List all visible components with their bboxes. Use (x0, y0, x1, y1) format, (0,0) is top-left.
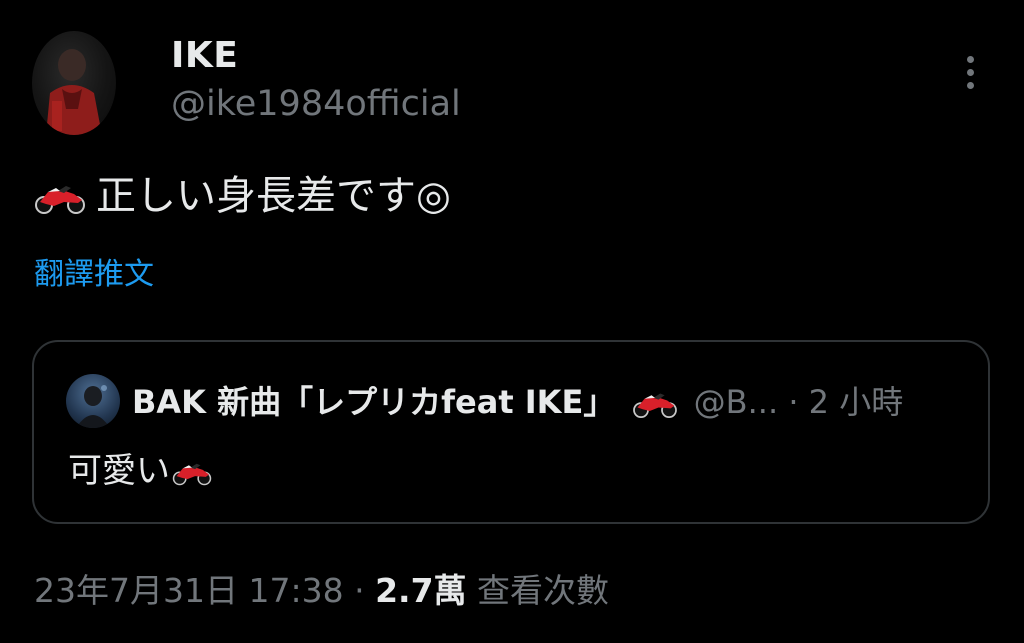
quoted-tweet-text: 可愛い (68, 446, 212, 496)
quoted-tweet-card[interactable]: BAK 新曲「レプリカfeat IKE」 @B... · 2 小時 可愛い (32, 340, 990, 524)
quoted-author-name[interactable]: BAK 新曲「レプリカfeat IKE」 (132, 383, 615, 421)
tweet-text: 正しい身長差です◎ (34, 170, 451, 222)
quoted-tweet-time[interactable]: 2 小時 (809, 383, 904, 421)
motorcycle-emoji-icon (35, 186, 85, 214)
tweet-meta: 23年7月31日 17:38 · 2.7萬 查看次數 (34, 567, 609, 615)
separator-dot: · (354, 571, 365, 610)
avatar-photo-icon (46, 49, 102, 135)
tweet-timestamp[interactable]: 23年7月31日 17:38 (34, 571, 344, 610)
motorcycle-emoji-icon (172, 463, 212, 485)
author-display-name[interactable]: IKE (171, 34, 238, 78)
translate-tweet-link[interactable]: 翻譯推文 (34, 255, 154, 295)
quoted-author-avatar[interactable] (66, 374, 120, 428)
quoted-avatar-photo-icon (76, 385, 110, 428)
quoted-tweet-header: BAK 新曲「レプリカfeat IKE」 @B... · 2 小時 (132, 380, 903, 424)
quoted-tweet-body: 可愛い (68, 451, 170, 491)
quoted-author-handle[interactable]: @B... (694, 383, 778, 421)
more-dot-icon (967, 56, 974, 63)
author-avatar[interactable] (32, 31, 116, 135)
tweet-body: 正しい身長差です◎ (96, 173, 451, 219)
more-dot-icon (967, 69, 974, 76)
more-options-button[interactable] (956, 52, 986, 92)
separator-dot: · (788, 383, 799, 421)
motorcycle-emoji-icon (632, 393, 677, 418)
views-label: 查看次數 (477, 571, 610, 610)
author-handle[interactable]: @ike1984official (171, 82, 461, 126)
tweet: IKE @ike1984official 正しい身長差です◎ 翻譯推文 BAK … (0, 0, 1024, 643)
views-count[interactable]: 2.7萬 (375, 571, 466, 610)
more-dot-icon (967, 82, 974, 89)
